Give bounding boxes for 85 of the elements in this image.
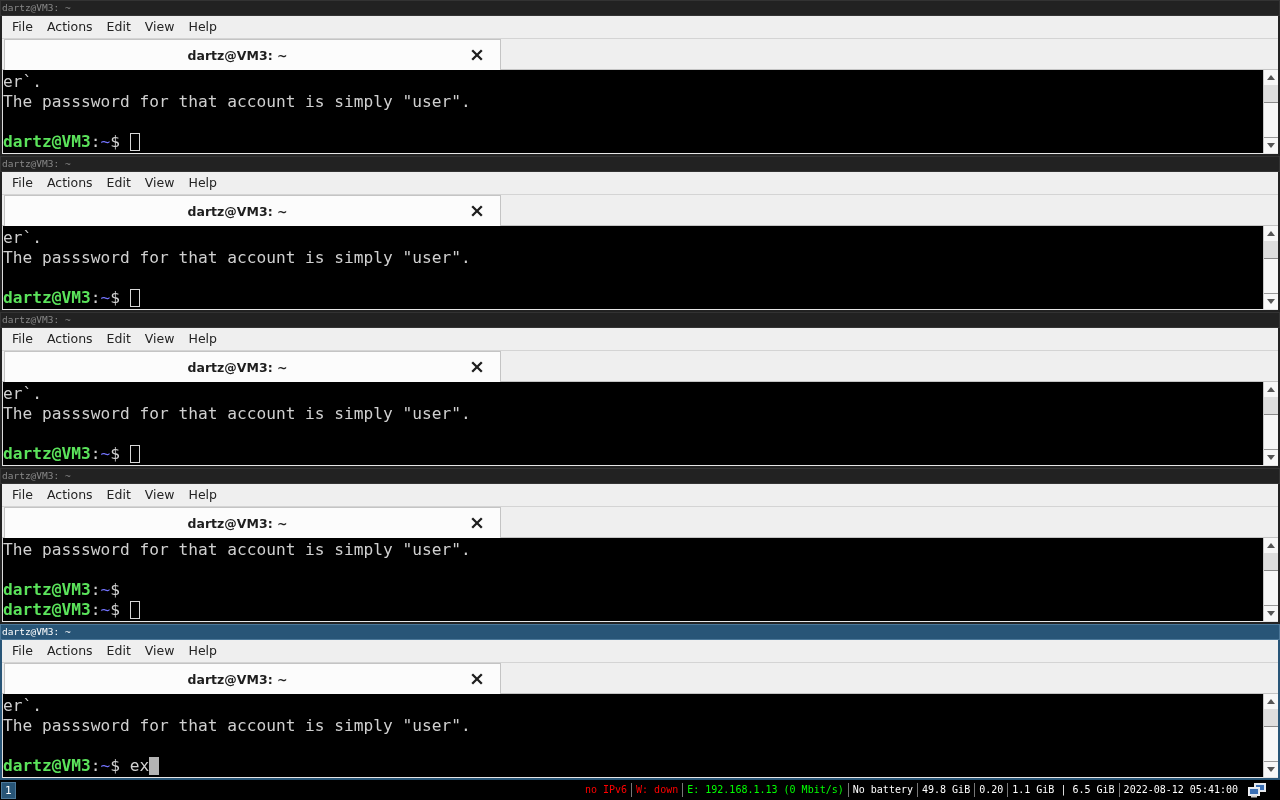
status-text: No battery <box>852 783 913 797</box>
menu-item[interactable]: Edit <box>99 173 138 193</box>
terminal-line: The passsword for that account is simply "user". <box>3 92 471 112</box>
scrollbar[interactable] <box>1263 226 1278 309</box>
menu-item[interactable]: Help <box>181 485 224 505</box>
monitor-icon[interactable] <box>1248 782 1266 798</box>
status-text: 49.8 GiB <box>922 783 971 797</box>
terminal-line: The passsword for that account is simply "user". <box>3 540 471 560</box>
status-text: 2022-08-12 05:41:00 <box>1123 783 1238 797</box>
window-title: dartz@VM3: ~ <box>2 626 71 638</box>
menu-item[interactable]: Help <box>181 641 224 661</box>
shell-prompt: dartz@VM3:~$ <box>3 600 121 620</box>
menu-item[interactable]: Edit <box>99 485 138 505</box>
status-text: no IPv6 <box>584 783 628 797</box>
up-triangle-icon[interactable] <box>1267 231 1275 236</box>
menu-item[interactable]: Help <box>181 17 224 37</box>
scrollbar-thumb[interactable] <box>1264 553 1278 571</box>
tab[interactable]: dartz@VM3: ~ <box>4 663 501 694</box>
menu-item[interactable]: Actions <box>39 485 100 505</box>
menu-item[interactable]: View <box>137 641 182 661</box>
menu-item[interactable]: Help <box>181 329 224 349</box>
scrollbar[interactable] <box>1263 382 1278 465</box>
window-title: dartz@VM3: ~ <box>2 158 71 170</box>
menu-item[interactable]: View <box>137 173 182 193</box>
status-text: E: 192.168.1.13 (0 Mbit/s) <box>687 783 844 797</box>
close-icon <box>471 205 483 217</box>
menu-item[interactable]: Actions <box>39 17 100 37</box>
down-triangle-icon[interactable] <box>1267 299 1275 304</box>
menu-item[interactable]: Edit <box>99 641 138 661</box>
terminal-line: The passsword for that account is simply "user". <box>3 404 471 424</box>
workspace-button[interactable]: 1 <box>1 781 16 799</box>
tab[interactable]: dartz@VM3: ~ <box>4 195 501 226</box>
menu-item[interactable]: Actions <box>39 641 100 661</box>
tab[interactable]: dartz@VM3: ~ <box>4 351 501 382</box>
tab[interactable]: dartz@VM3: ~ <box>4 507 501 538</box>
window-title: dartz@VM3: ~ <box>2 470 71 482</box>
close-icon <box>471 673 483 685</box>
down-triangle-icon[interactable] <box>1267 767 1275 772</box>
menu-item[interactable]: View <box>137 485 182 505</box>
up-triangle-icon[interactable] <box>1267 543 1275 548</box>
shell-prompt: dartz@VM3:~$ <box>3 580 121 600</box>
scrollbar[interactable] <box>1263 70 1278 153</box>
menu-item[interactable]: Edit <box>99 329 138 349</box>
status-text: 1.1 GiB | 6.5 GiB <box>1012 783 1115 797</box>
menu-item[interactable]: Actions <box>39 173 100 193</box>
menu-item[interactable]: Help <box>181 173 224 193</box>
up-triangle-icon[interactable] <box>1267 387 1275 392</box>
menu-item[interactable]: File <box>5 173 40 193</box>
window-title: dartz@VM3: ~ <box>2 2 71 14</box>
shell-prompt: dartz@VM3:~$ ex <box>3 756 150 776</box>
scrollbar-thumb[interactable] <box>1264 709 1278 727</box>
status-text: W: down <box>636 783 679 797</box>
down-triangle-icon[interactable] <box>1267 611 1275 616</box>
close-icon <box>471 49 483 61</box>
window-title: dartz@VM3: ~ <box>2 314 71 326</box>
scrollbar-thumb[interactable] <box>1264 85 1278 103</box>
down-triangle-icon[interactable] <box>1267 143 1275 148</box>
shell-prompt: dartz@VM3:~$ <box>3 132 121 152</box>
up-triangle-icon[interactable] <box>1267 75 1275 80</box>
shell-prompt: dartz@VM3:~$ <box>3 444 121 464</box>
terminal-line: er`. <box>3 228 42 248</box>
status-text: 0.20 <box>979 783 1004 797</box>
menu-item[interactable]: File <box>5 329 40 349</box>
scrollbar-thumb[interactable] <box>1264 241 1278 259</box>
menu-item[interactable]: File <box>5 641 40 661</box>
down-triangle-icon[interactable] <box>1267 455 1275 460</box>
scrollbar-thumb[interactable] <box>1264 397 1278 415</box>
menu-item[interactable]: File <box>5 485 40 505</box>
scrollbar[interactable] <box>1263 694 1278 777</box>
terminal-line: The passsword for that account is simply "user". <box>3 248 471 268</box>
close-icon <box>471 517 483 529</box>
menu-item[interactable]: View <box>137 17 182 37</box>
shell-prompt: dartz@VM3:~$ <box>3 288 121 308</box>
close-icon <box>471 361 483 373</box>
menu-item[interactable]: Edit <box>99 17 138 37</box>
menu-item[interactable]: View <box>137 329 182 349</box>
terminal-line: er`. <box>3 696 42 716</box>
tab[interactable]: dartz@VM3: ~ <box>4 39 501 70</box>
terminal-line: The passsword for that account is simply "user". <box>3 716 471 736</box>
scrollbar[interactable] <box>1263 538 1278 621</box>
terminal-line: er`. <box>3 72 42 92</box>
menu-item[interactable]: Actions <box>39 329 100 349</box>
menu-item[interactable]: File <box>5 17 40 37</box>
up-triangle-icon[interactable] <box>1267 699 1275 704</box>
terminal-line: er`. <box>3 384 42 404</box>
